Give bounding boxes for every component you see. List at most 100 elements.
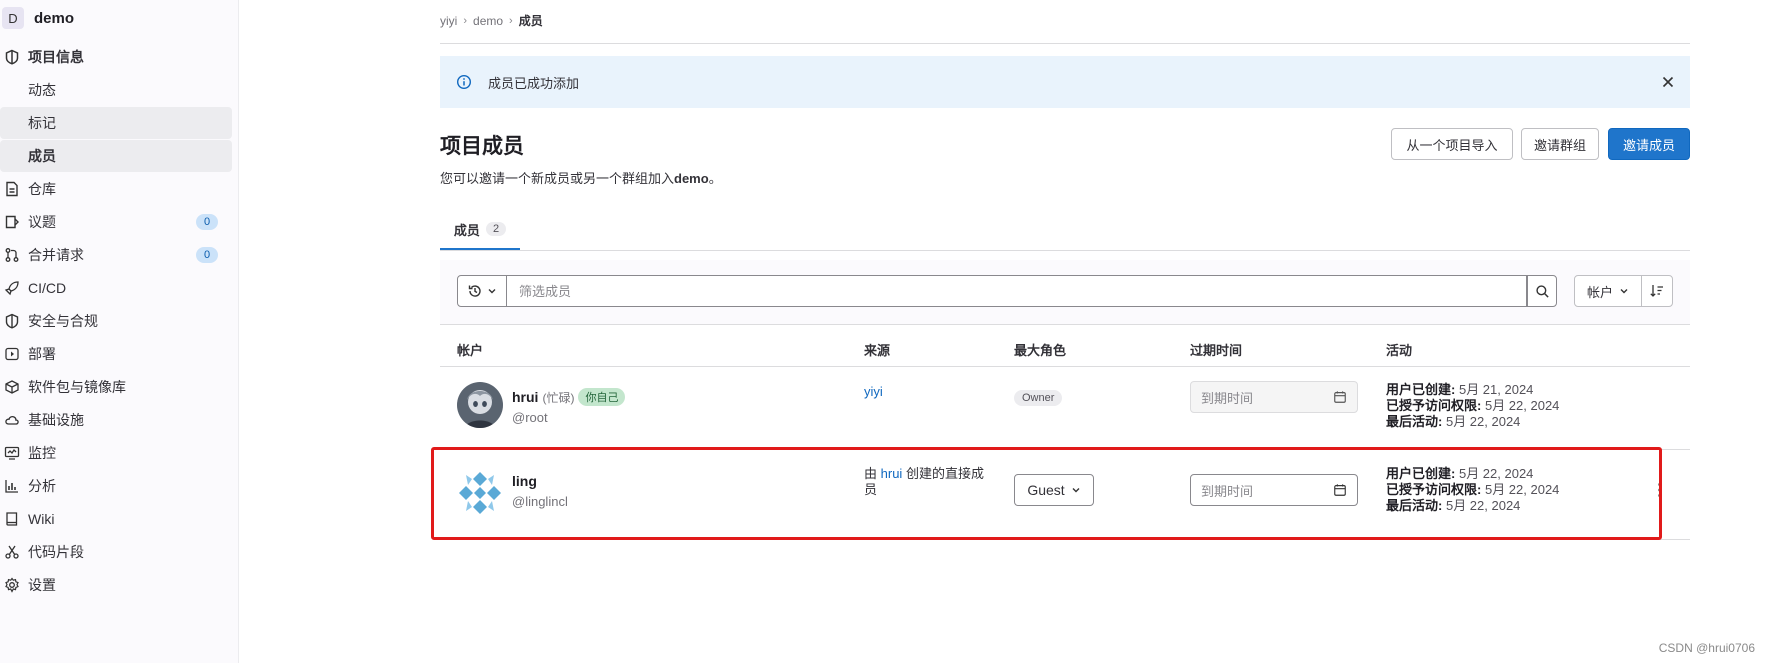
gear-icon [4, 577, 20, 593]
sidebar: D demo 项目信息 动态 标记 成员 仓库 议题 0 合并请求 0 CI/C… [0, 0, 239, 663]
chart-icon [4, 478, 20, 494]
description-text: 您可以邀请一个新成员或另一个群组加入 [440, 171, 675, 186]
column-header-source: 来源 [864, 343, 891, 358]
repository-icon [4, 181, 20, 197]
project-avatar: D [2, 7, 24, 29]
sidebar-item-label: 基础设施 [28, 412, 84, 428]
sidebar-item-label: 部署 [28, 346, 56, 362]
filter-members-input[interactable] [507, 275, 1527, 307]
cloud-icon [4, 412, 20, 428]
sidebar-item-label: 仓库 [28, 181, 56, 197]
member-activity: 用户已创建: 5月 21, 2024 已授予访问权限: 5月 22, 2024 … [1386, 382, 1559, 430]
tab-label: 成员 [453, 222, 480, 238]
sidebar-item-cicd[interactable]: CI/CD [0, 272, 232, 304]
sidebar-nav: 项目信息 动态 标记 成员 仓库 议题 0 合并请求 0 CI/CD 安全与合规… [0, 41, 232, 602]
tab-members[interactable]: 成员 2 [440, 210, 520, 250]
avatar[interactable] [457, 382, 503, 428]
filter-bar: 帐户 [440, 260, 1690, 325]
sidebar-item-monitor[interactable]: 监控 [0, 437, 232, 469]
sidebar-item-label: 项目信息 [28, 49, 84, 65]
page-title: 项目成员 [440, 135, 524, 158]
member-status: (忙碌) [542, 390, 575, 405]
more-actions-button[interactable] [1650, 480, 1670, 500]
sidebar-item-snippets[interactable]: 代码片段 [0, 536, 232, 568]
sidebar-item-merge-requests[interactable]: 合并请求 0 [0, 239, 232, 271]
sidebar-item-members[interactable]: 成员 [0, 140, 232, 172]
invite-members-button[interactable]: 邀请成员 [1608, 128, 1690, 160]
divider [440, 366, 1690, 367]
member-name-text: ling [512, 473, 537, 489]
merge-request-icon [4, 247, 20, 263]
description-project-name: demo [674, 171, 709, 186]
sidebar-item-issues[interactable]: 议题 0 [0, 206, 232, 238]
page-description: 您可以邀请一个新成员或另一个群组加入demo。 [440, 168, 722, 187]
member-handle: @root [512, 410, 548, 425]
sidebar-item-settings[interactable]: 设置 [0, 569, 232, 601]
watermark: CSDN @hrui0706 [1658, 641, 1755, 655]
sort-dropdown[interactable]: 帐户 [1574, 275, 1642, 307]
role-badge: Owner [1014, 390, 1063, 406]
member-name-text: hrui [512, 389, 539, 405]
sort-lowest-icon [1650, 285, 1663, 297]
breadcrumb-item-group[interactable]: yiyi [440, 14, 457, 28]
book-icon [4, 511, 20, 527]
project-header[interactable]: D demo [0, 0, 238, 36]
date-placeholder: 到期时间 [1201, 390, 1254, 406]
expiry-date-input[interactable]: 到期时间 [1190, 474, 1358, 506]
sidebar-item-project-info[interactable]: 项目信息 [0, 41, 232, 73]
sidebar-item-label: 安全与合规 [28, 313, 98, 329]
chevron-right-icon: › [463, 14, 468, 27]
divider [440, 449, 1690, 450]
sidebar-item-packages[interactable]: 软件包与镜像库 [0, 371, 232, 403]
project-name: demo [34, 9, 75, 27]
member-name[interactable]: hrui (忙碌) 你自己 [512, 388, 626, 406]
package-icon [4, 379, 20, 395]
chevron-right-icon: › [509, 14, 513, 27]
sidebar-item-label: Wiki [28, 511, 55, 527]
sidebar-item-label: 议题 [28, 214, 56, 230]
source-link[interactable]: hrui [881, 466, 903, 481]
issues-count-badge: 0 [196, 214, 218, 230]
sidebar-item-infrastructure[interactable]: 基础设施 [0, 404, 232, 436]
source-description: 由 hrui 创建的直接成员 [864, 466, 984, 497]
avatar[interactable] [457, 470, 503, 516]
kebab-menu-icon [1658, 482, 1662, 498]
search-history-button[interactable] [457, 275, 507, 307]
members-tabs: 成员 2 [440, 210, 1690, 251]
divider [440, 539, 1690, 540]
sidebar-item-wiki[interactable]: Wiki [0, 503, 232, 535]
sidebar-item-label: 软件包与镜像库 [28, 379, 126, 395]
divider [440, 43, 1690, 44]
sidebar-item-label: 代码片段 [28, 544, 84, 560]
search-button[interactable] [1527, 275, 1557, 307]
column-header-account[interactable]: 帐户 [457, 340, 483, 359]
sidebar-item-deployments[interactable]: 部署 [0, 338, 232, 370]
sidebar-item-labels[interactable]: 标记 [0, 107, 232, 139]
role-dropdown[interactable]: Guest [1014, 474, 1094, 506]
search-icon [1535, 284, 1549, 298]
chevron-down-icon [1072, 488, 1080, 493]
source-link[interactable]: yiyi [864, 384, 883, 399]
calendar-icon [1334, 484, 1346, 496]
column-header-role[interactable]: 最大角色 [1014, 340, 1066, 359]
sidebar-item-security[interactable]: 安全与合规 [0, 305, 232, 337]
sidebar-item-label: 设置 [28, 577, 56, 593]
breadcrumb-item-current[interactable]: 成员 [519, 12, 543, 29]
sort-direction-button[interactable] [1641, 275, 1673, 307]
invite-group-button[interactable]: 邀请群组 [1521, 128, 1599, 160]
sidebar-item-activity[interactable]: 动态 [0, 74, 232, 106]
sidebar-item-repository[interactable]: 仓库 [0, 173, 232, 205]
monitor-icon [4, 445, 20, 461]
import-from-project-button[interactable]: 从一个项目导入 [1391, 128, 1513, 160]
member-name[interactable]: ling [512, 473, 537, 489]
activity-last: 最后活动: 5月 22, 2024 [1386, 414, 1521, 429]
column-header-expiry: 过期时间 [1190, 343, 1243, 358]
calendar-icon [1334, 391, 1346, 403]
sidebar-item-label: 监控 [28, 445, 56, 461]
breadcrumb-item-project[interactable]: demo [473, 14, 503, 28]
close-icon[interactable] [1660, 74, 1676, 90]
column-header-activity: 活动 [1386, 343, 1413, 358]
sidebar-item-analytics[interactable]: 分析 [0, 470, 232, 502]
sort-label: 帐户 [1586, 284, 1613, 300]
deploy-icon [4, 346, 20, 362]
